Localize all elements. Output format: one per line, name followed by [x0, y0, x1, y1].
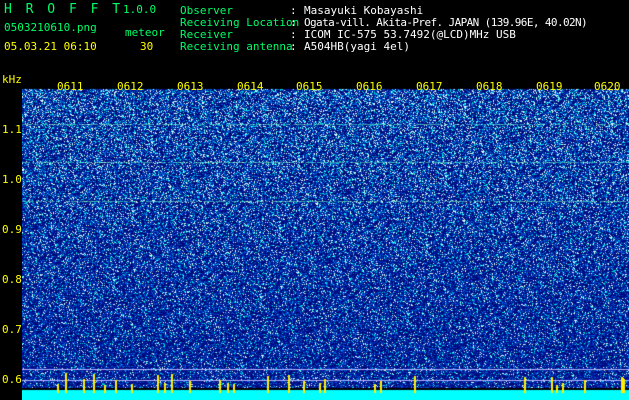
info-label-observer: Observer	[180, 4, 233, 17]
info-sep-antenna: :	[290, 40, 297, 53]
y-tick-label: 0.9	[2, 223, 22, 236]
info-sep-observer: :	[290, 4, 297, 17]
info-value-receiver: ICOM IC-575 53.7492(@LCD)MHz USB	[304, 28, 516, 41]
info-value-observer: Masayuki Kobayashi	[304, 4, 424, 17]
y-tick-label: 0.6	[2, 373, 22, 386]
x-tick-label: 0619	[536, 80, 563, 93]
app-title: H R O F F T	[4, 2, 124, 17]
y-tick-label: 1.1	[2, 123, 22, 136]
datetime-label: 05.03.21 06:10	[4, 40, 97, 53]
y-tick-label: 1.0	[2, 173, 22, 186]
filename-label: 0503210610.png	[4, 21, 97, 34]
count-value: 30	[140, 40, 154, 53]
y-tick-label: 0.7	[2, 323, 22, 336]
spectrogram-canvas	[22, 79, 629, 400]
y-tick-label: 0.8	[2, 273, 22, 286]
x-tick-label: 0616	[356, 80, 383, 93]
info-value-antenna: A504HB(yagi 4el)	[304, 40, 410, 53]
info-value-location: Ogata-vill. Akita-Pref. JAPAN (139.96E, …	[304, 16, 588, 29]
count-label: meteor	[125, 26, 165, 39]
x-tick-label: 0615	[296, 80, 323, 93]
x-tick-label: 0613	[177, 80, 204, 93]
x-tick-label: 0614	[237, 80, 264, 93]
x-tick-label: 0620	[594, 80, 621, 93]
x-tick-label: 0611	[57, 80, 84, 93]
info-sep-location: :	[290, 16, 297, 29]
y-axis-unit: kHz	[2, 73, 22, 86]
x-tick-label: 0612	[117, 80, 144, 93]
info-label-antenna: Receiving antenna	[180, 40, 293, 53]
x-tick-label: 0618	[476, 80, 503, 93]
spectrogram-panel	[22, 79, 629, 400]
app-version: 1.0.0	[123, 3, 157, 16]
info-label-location: Receiving Location	[180, 16, 300, 29]
info-label-receiver: Receiver	[180, 28, 233, 41]
info-sep-receiver: :	[290, 28, 297, 41]
x-tick-label: 0617	[416, 80, 443, 93]
